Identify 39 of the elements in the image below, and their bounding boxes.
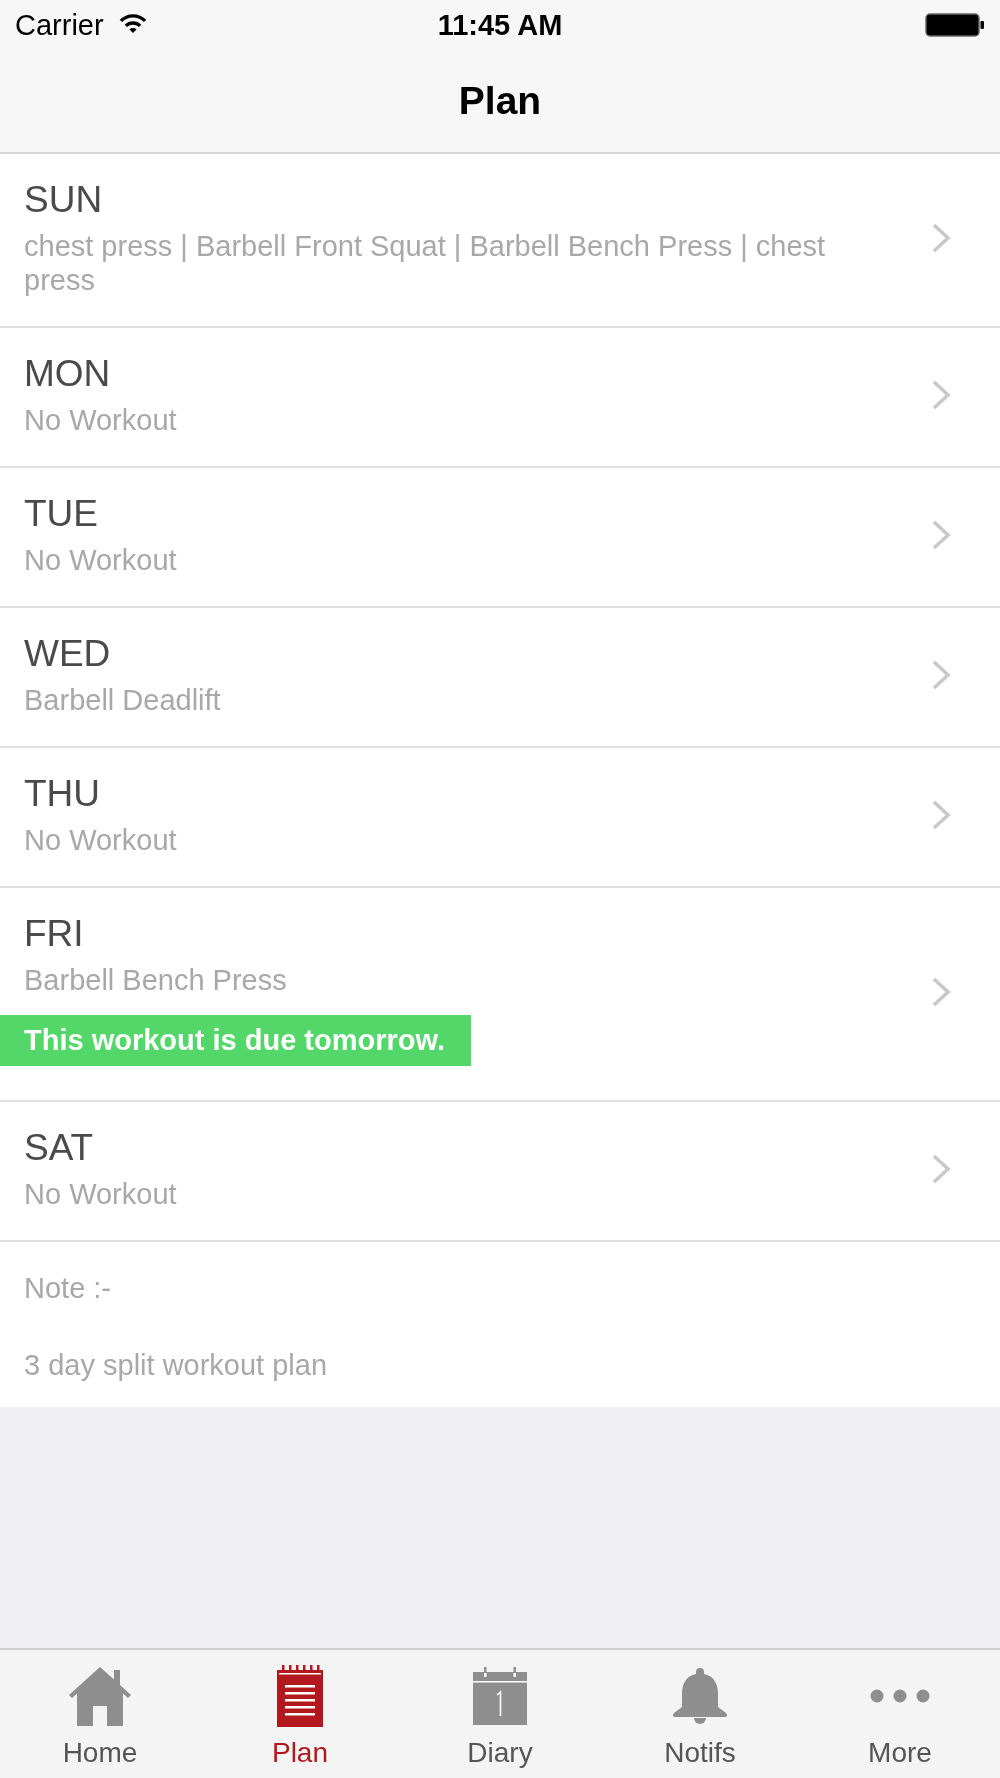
chevron-icon (931, 1152, 951, 1185)
carrier-label: Carrier (15, 8, 104, 42)
workout-list: Barbell Bench Press (24, 963, 287, 997)
status-time: 11:45 AM (437, 8, 563, 42)
notepad-icon (277, 1665, 323, 1727)
chevron-icon (931, 518, 951, 551)
tab-item[interactable]: Diary (400, 1650, 600, 1778)
day-title: FRI (24, 912, 84, 956)
tab-item[interactable]: Home (0, 1650, 200, 1778)
nav-title: Plan (458, 78, 542, 124)
tab-item[interactable]: More (800, 1650, 1000, 1778)
note-label: Note :- (24, 1271, 112, 1306)
bell-icon (671, 1667, 729, 1725)
workout-list: No Workout (24, 1177, 177, 1211)
calendar-icon (473, 1667, 527, 1725)
day-title: SUN (24, 178, 103, 222)
day-title: WED (24, 632, 111, 676)
wifi-icon (117, 12, 148, 35)
day-title: TUE (24, 492, 98, 536)
home-icon (69, 1666, 131, 1726)
workout-list: No Workout (24, 543, 177, 577)
note-text: 3 day split workout plan (24, 1348, 328, 1383)
tab-item[interactable]: Notifs (600, 1650, 800, 1778)
day-title: MON (24, 352, 111, 396)
chevron-icon (931, 378, 951, 411)
tab-item[interactable]: Plan (200, 1650, 400, 1778)
workout-list: No Workout (24, 403, 177, 437)
workout-list: No Workout (24, 823, 177, 857)
day-title: THU (24, 772, 101, 816)
due-banner: This workout is due tomorrow. (0, 1015, 472, 1066)
chevron-icon (931, 975, 951, 1008)
workout-list: chest press | Barbell Front Squat | Barbell Bench Press | chest press (24, 229, 854, 297)
workout-list: Barbell Deadlift (24, 683, 221, 717)
day-title: SAT (24, 1126, 94, 1170)
chevron-icon (931, 221, 951, 254)
chevron-icon (931, 658, 951, 691)
battery-icon (925, 13, 985, 37)
chevron-icon (931, 798, 951, 831)
more-icon (870, 1689, 930, 1703)
